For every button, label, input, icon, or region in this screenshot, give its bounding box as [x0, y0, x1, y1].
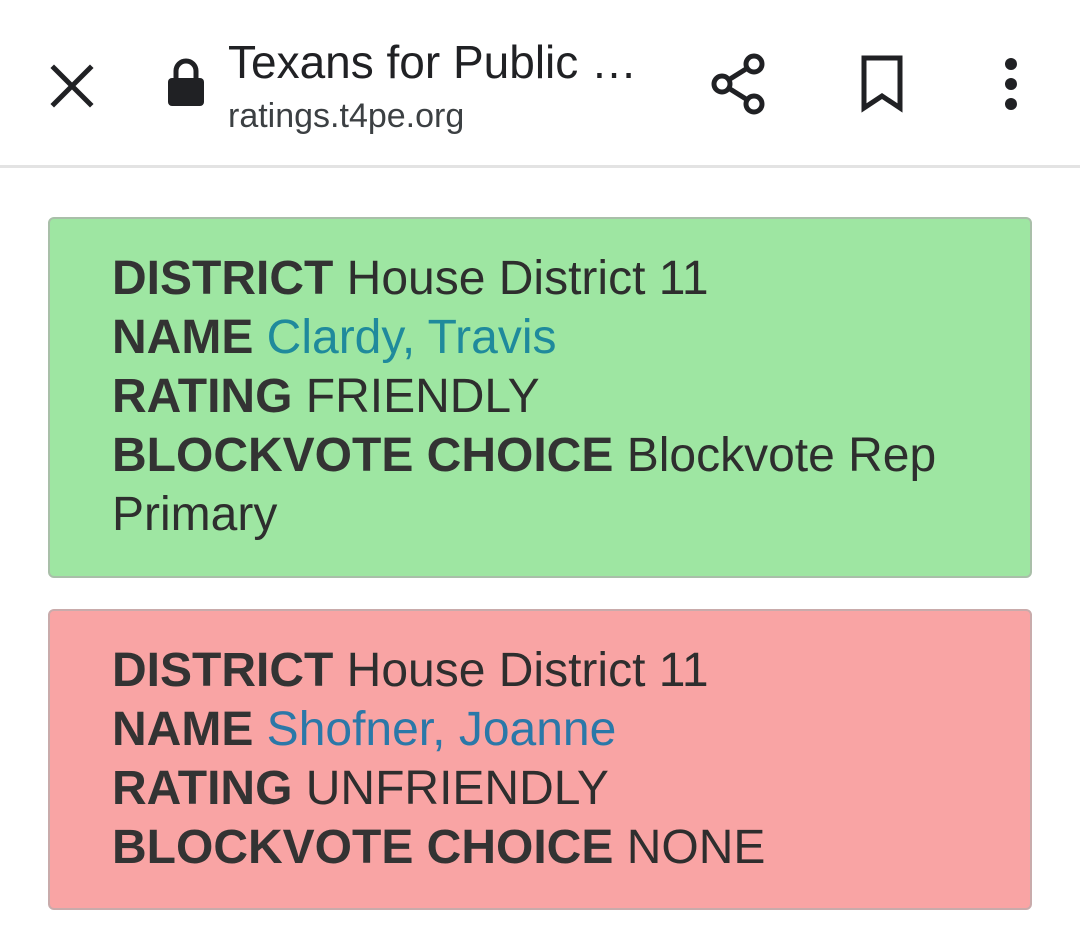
candidate-name-link[interactable]: Clardy, Travis	[267, 311, 557, 364]
district-label: DISTRICT	[112, 644, 334, 697]
name-label: NAME	[112, 311, 254, 364]
rating-row: RATING UNFRIENDLY	[112, 759, 970, 818]
candidate-card: DISTRICT House District 11 NAME Shofner,…	[48, 609, 1032, 910]
district-value: House District 11	[346, 252, 709, 305]
blockvote-row: BLOCKVOTE CHOICE NONE	[112, 818, 970, 877]
name-label: NAME	[112, 703, 254, 756]
district-label: DISTRICT	[112, 252, 334, 305]
share-icon	[711, 53, 765, 115]
more-vertical-icon	[1005, 58, 1017, 110]
district-row: DISTRICT House District 11	[112, 249, 970, 308]
rating-value: FRIENDLY	[305, 370, 540, 423]
browser-toolbar: Texans for Public … ratings.t4pe.org	[0, 0, 1080, 168]
blockvote-label: BLOCKVOTE CHOICE	[112, 821, 614, 874]
blockvote-row: BLOCKVOTE CHOICE Blockvote Rep Primary	[112, 426, 970, 544]
rating-label: RATING	[112, 370, 293, 423]
candidate-name-link[interactable]: Shofner, Joanne	[267, 703, 617, 756]
page-url: ratings.t4pe.org	[228, 97, 465, 135]
bookmark-button[interactable]	[846, 46, 918, 122]
lock-icon[interactable]	[166, 58, 206, 108]
name-row: NAME Clardy, Travis	[112, 308, 970, 367]
page-info[interactable]: Texans for Public … ratings.t4pe.org	[228, 34, 668, 138]
district-value: House District 11	[346, 644, 709, 697]
candidate-card: DISTRICT House District 11 NAME Clardy, …	[48, 217, 1032, 578]
close-icon	[50, 64, 94, 108]
rating-label: RATING	[112, 762, 293, 815]
close-button[interactable]	[36, 50, 108, 122]
rating-row: RATING FRIENDLY	[112, 367, 970, 426]
rating-value: UNFRIENDLY	[305, 762, 609, 815]
page-title: Texans for Public …	[228, 36, 638, 88]
name-row: NAME Shofner, Joanne	[112, 700, 970, 759]
blockvote-label: BLOCKVOTE CHOICE	[112, 429, 614, 482]
share-button[interactable]	[702, 46, 774, 122]
bookmark-icon	[861, 55, 903, 113]
blockvote-value: NONE	[626, 821, 766, 874]
district-row: DISTRICT House District 11	[112, 641, 970, 700]
menu-button[interactable]	[978, 46, 1044, 122]
